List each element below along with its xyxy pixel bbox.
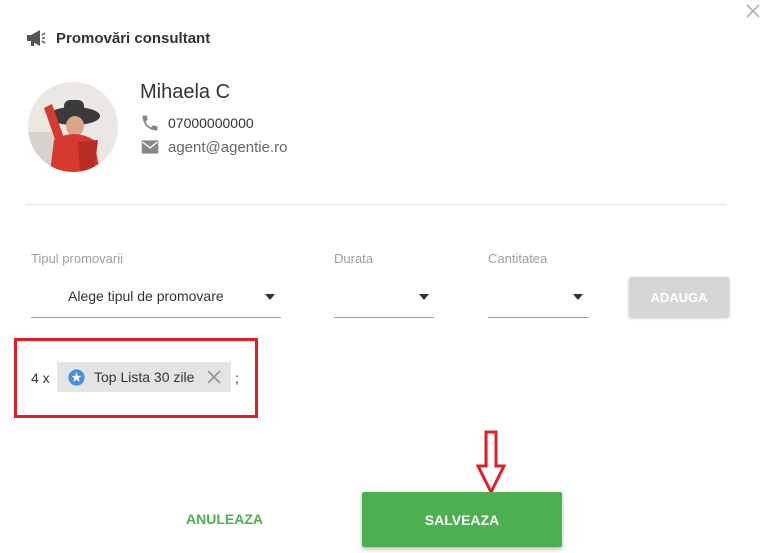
annotation-arrow-icon [476, 430, 506, 496]
promotion-separator: ; [235, 370, 239, 386]
avatar [28, 82, 118, 172]
promotion-type-value: Alege tipul de promovare [68, 288, 224, 304]
agent-phone-row: 07000000000 [140, 113, 254, 133]
email-icon [141, 140, 159, 154]
agent-phone: 07000000000 [168, 115, 254, 131]
add-button[interactable]: ADAUGA [629, 277, 729, 317]
promotion-type-label: Tipul promovarii [31, 251, 123, 266]
promotion-chip: Top Lista 30 zile [57, 362, 231, 392]
agent-email-row: agent@agentie.ro [140, 137, 287, 157]
chevron-down-icon [573, 294, 583, 300]
dialog-title: Promovări consultant [56, 29, 211, 47]
quantity-select[interactable] [488, 283, 589, 318]
promotion-type-select[interactable]: Alege tipul de promovare [31, 283, 281, 318]
dialog-header: Promovări consultant [26, 28, 210, 48]
promotion-quantity: 4 x [31, 370, 50, 386]
duration-label: Durata [334, 251, 374, 266]
promotion-chip-label: Top Lista 30 zile [94, 369, 195, 385]
quantity-label: Cantitatea [488, 251, 548, 266]
divider [26, 204, 726, 205]
agent-email: agent@agentie.ro [168, 138, 288, 156]
chevron-down-icon [265, 294, 275, 300]
phone-icon [142, 115, 158, 131]
agent-name: Mihaela C [140, 81, 231, 103]
chevron-down-icon [419, 294, 429, 300]
cancel-button[interactable]: ANULEAZA [180, 505, 268, 533]
save-button[interactable]: SALVEAZA [362, 492, 562, 547]
close-icon[interactable] [744, 2, 762, 20]
remove-promotion-icon[interactable] [207, 370, 222, 384]
megaphone-icon [27, 30, 46, 46]
star-icon [67, 367, 86, 387]
duration-select[interactable] [334, 283, 434, 318]
